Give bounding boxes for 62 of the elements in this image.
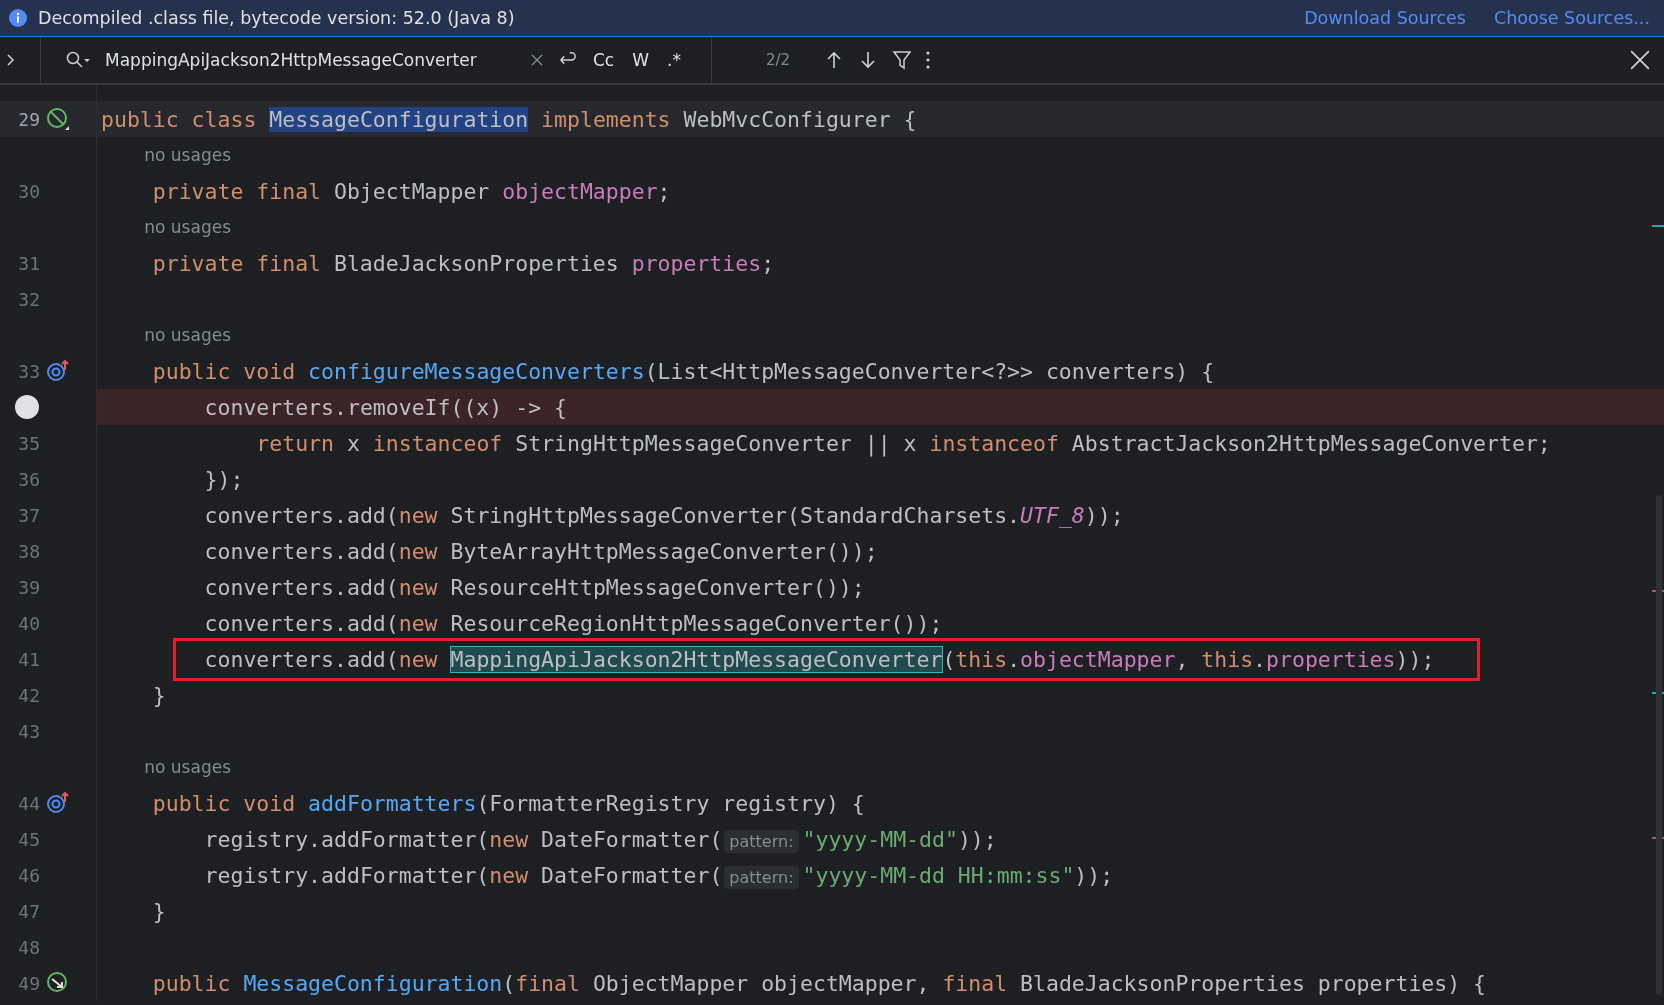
usage-hint[interactable]: no usages [144, 325, 231, 345]
line-number: 49 [17, 972, 40, 994]
line-number: 38 [17, 540, 40, 562]
filter-icon[interactable] [892, 50, 913, 70]
line-number: 29 [17, 108, 40, 130]
search-icon[interactable] [65, 50, 91, 70]
line-number: 32 [17, 288, 40, 310]
line-number: 47 [17, 900, 40, 922]
code-line: converters.removeIf((x) -> { [204, 394, 567, 420]
code-line: } [152, 682, 166, 708]
override-icon[interactable] [46, 359, 70, 383]
code-line: private final ObjectMapper objectMapper; [152, 178, 671, 204]
line-number: 43 [17, 720, 40, 742]
line-number: 42 [17, 684, 40, 706]
blocked-icon[interactable] [46, 107, 70, 131]
line-number: 45 [17, 828, 40, 850]
line-number: 48 [17, 936, 40, 958]
search-option-toggle[interactable]: W [630, 50, 652, 70]
match-counter: 2/2 [765, 51, 791, 69]
info-message: Decompiled .class file, bytecode version: 52.0 (Java 8) [38, 8, 515, 28]
code-line: public class MessageConfiguration implements WebMvcConfigurer { [101, 106, 917, 132]
chevron-icon[interactable] [6, 52, 16, 68]
code-line: registry.addFormatter(new DateFormatter( pattern: "yyyy-MM-dd HH:mm:ss")); [204, 862, 1114, 888]
line-number: 39 [17, 576, 40, 598]
override-icon[interactable] [46, 791, 70, 815]
more-icon[interactable] [926, 51, 931, 69]
line-number: 33 [17, 360, 40, 382]
line-number: 30 [17, 180, 40, 202]
source-link[interactable]: Download Sources [1304, 8, 1466, 28]
code-line: public MessageConfiguration(final ObjectMapper objectMapper, final BladeJacksonProperties properties) { [152, 970, 1487, 996]
line-number: 35 [17, 432, 40, 454]
code-line: }); [204, 466, 244, 492]
line-number: 31 [17, 252, 40, 274]
code-line: } [152, 898, 166, 924]
source-link[interactable]: Choose Sources... [1493, 8, 1650, 28]
code-line: converters.add(new MappingApiJackson2HttpMessageConverter(this.objectMapper, this.properties)); [204, 646, 1435, 672]
usage-hint[interactable]: no usages [144, 757, 231, 777]
search-option-toggle[interactable]: Cc [591, 50, 617, 70]
code-line: private final BladeJacksonProperties properties; [152, 250, 775, 276]
implemented-icon[interactable] [46, 971, 70, 995]
code-line: registry.addFormatter(new DateFormatter( pattern: "yyyy-MM-dd")); [204, 826, 997, 852]
usage-hint[interactable]: no usages [144, 217, 231, 237]
line-number: 44 [17, 792, 40, 814]
clear-icon[interactable] [531, 54, 543, 66]
breakpoint-dot[interactable] [15, 395, 39, 419]
search-field[interactable]: MappingApiJackson2HttpMessageConverter [105, 50, 517, 70]
line-number: 37 [17, 504, 40, 526]
line-number: 41 [17, 648, 40, 670]
line-number: 36 [17, 468, 40, 490]
code-line: public void addFormatters(FormatterRegistry registry) { [152, 790, 865, 816]
info-icon [8, 8, 28, 28]
code-line: return x instanceof StringHttpMessageConverter || x instanceof AbstractJackson2HttpMessageConverter; [256, 430, 1551, 456]
code-line: public void configureMessageConverters(List<HttpMessageConverter<?>> converters) { [152, 358, 1215, 384]
close-icon[interactable] [1630, 50, 1650, 70]
line-number: 40 [17, 612, 40, 634]
code-line: converters.add(new StringHttpMessageConverter(StandardCharsets.UTF_8)); [204, 502, 1124, 528]
code-line: converters.add(new ResourceHttpMessageConverter()); [204, 574, 865, 600]
code-line: converters.add(new ByteArrayHttpMessageConverter()); [204, 538, 878, 564]
code-line: converters.add(new ResourceRegionHttpMessageConverter()); [204, 610, 943, 636]
search-option-toggle[interactable]: .* [665, 50, 683, 70]
line-number: 46 [17, 864, 40, 886]
usage-hint[interactable]: no usages [144, 145, 231, 165]
